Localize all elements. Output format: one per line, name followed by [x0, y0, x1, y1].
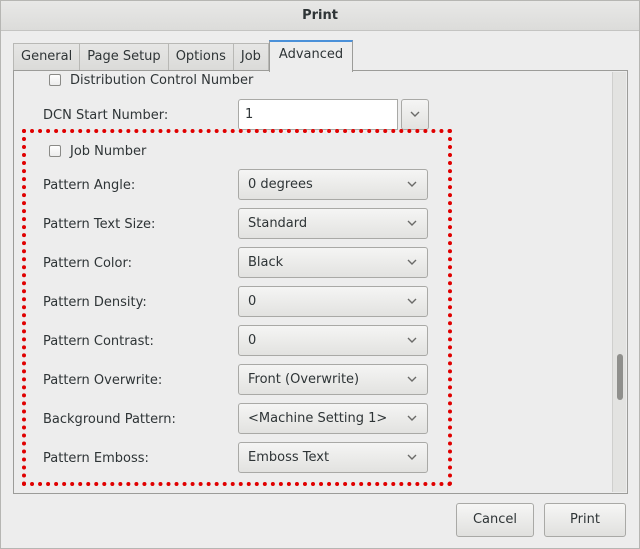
pattern-contrast-label: Pattern Contrast: — [43, 334, 154, 349]
distribution-control-number-row[interactable]: Distribution Control Number — [49, 72, 253, 89]
chevron-down-icon — [407, 415, 417, 421]
chevron-down-icon — [407, 181, 417, 187]
tab-options[interactable]: Options — [167, 43, 233, 71]
pattern-text-size-select[interactable]: Standard — [238, 208, 428, 239]
tab-job[interactable]: Job — [232, 43, 269, 71]
dcn-start-number-input[interactable]: 1 — [238, 99, 398, 130]
dcn-start-number-dropdown-button[interactable] — [401, 99, 429, 130]
background-pattern-value: <Machine Setting 1> — [248, 411, 388, 426]
chevron-down-icon — [407, 337, 417, 343]
advanced-panel: Distribution Control Number DCN Start Nu… — [13, 70, 628, 494]
background-pattern-label: Background Pattern: — [43, 412, 176, 427]
advanced-scroll-area[interactable]: Distribution Control Number DCN Start Nu… — [15, 72, 612, 488]
tab-bar: General Page Setup Options Job Advanced — [13, 40, 354, 72]
chevron-down-icon — [407, 220, 417, 226]
chevron-down-icon — [407, 454, 417, 460]
pattern-angle-value: 0 degrees — [248, 177, 313, 192]
pattern-text-size-label: Pattern Text Size: — [43, 217, 156, 232]
dcn-start-number-label: DCN Start Number: — [43, 108, 169, 123]
tab-general[interactable]: General — [13, 43, 80, 71]
pattern-overwrite-select[interactable]: Front (Overwrite) — [238, 364, 428, 395]
pattern-overwrite-value: Front (Overwrite) — [248, 372, 360, 387]
distribution-control-number-checkbox[interactable] — [49, 74, 61, 86]
job-number-label: Job Number — [70, 143, 147, 159]
job-number-checkbox[interactable] — [49, 145, 61, 157]
pattern-density-select[interactable]: 0 — [238, 286, 428, 317]
pattern-color-value: Black — [248, 255, 284, 270]
tab-page-setup[interactable]: Page Setup — [79, 43, 168, 71]
scrollbar-thumb[interactable] — [617, 354, 623, 400]
pattern-emboss-label: Pattern Emboss: — [43, 451, 149, 466]
distribution-control-number-label: Distribution Control Number — [70, 72, 254, 88]
chevron-down-icon — [407, 259, 417, 265]
chevron-down-icon — [407, 298, 417, 304]
pattern-contrast-value: 0 — [248, 333, 257, 348]
tab-advanced[interactable]: Advanced — [268, 40, 354, 72]
cancel-button[interactable]: Cancel — [456, 503, 534, 537]
pattern-emboss-select[interactable]: Emboss Text — [238, 442, 428, 473]
window-title: Print — [1, 1, 639, 31]
pattern-overwrite-label: Pattern Overwrite: — [43, 373, 163, 388]
pattern-density-value: 0 — [248, 294, 257, 309]
chevron-down-icon — [410, 111, 420, 117]
chevron-down-icon — [407, 376, 417, 382]
job-number-row[interactable]: Job Number — [49, 142, 146, 160]
vertical-scrollbar[interactable] — [612, 72, 626, 492]
background-pattern-select[interactable]: <Machine Setting 1> — [238, 403, 428, 434]
pattern-density-label: Pattern Density: — [43, 295, 147, 310]
pattern-color-label: Pattern Color: — [43, 256, 132, 271]
pattern-text-size-value: Standard — [248, 216, 308, 231]
pattern-angle-label: Pattern Angle: — [43, 178, 136, 193]
pattern-angle-select[interactable]: 0 degrees — [238, 169, 428, 200]
pattern-emboss-value: Emboss Text — [248, 450, 330, 465]
pattern-color-select[interactable]: Black — [238, 247, 428, 278]
print-button[interactable]: Print — [544, 503, 626, 537]
print-dialog: Print General Page Setup Options Job Adv… — [0, 0, 640, 549]
pattern-contrast-select[interactable]: 0 — [238, 325, 428, 356]
